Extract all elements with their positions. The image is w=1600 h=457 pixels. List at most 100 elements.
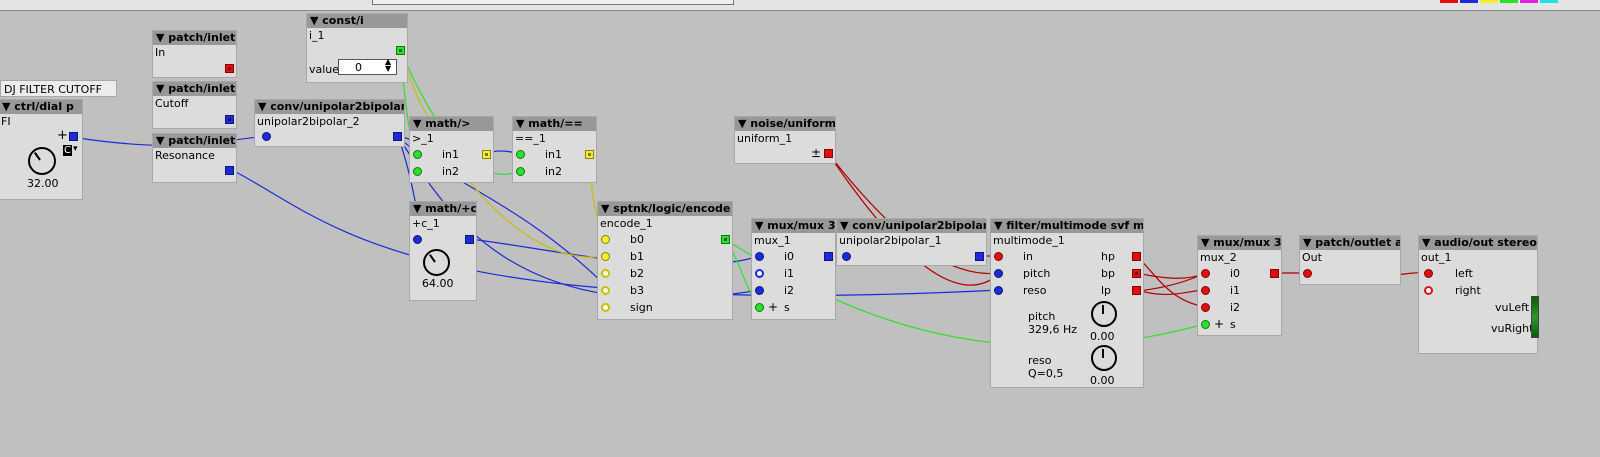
object-name: In (155, 46, 166, 59)
dial-value: 64.00 (422, 277, 454, 290)
outlet-port[interactable] (482, 150, 491, 159)
inlet-f-resonance-object[interactable]: ▼ patch/inlet f Resonance (152, 133, 237, 183)
outlet-port[interactable] (393, 132, 402, 141)
outlet-port[interactable] (1132, 269, 1141, 278)
object-header[interactable]: ▼ math/> (410, 117, 493, 131)
unipolar2bipolar-2-object[interactable]: ▼ conv/unipolar2bipolar unipolar2bipolar… (254, 99, 405, 147)
object-header[interactable]: ▼ conv/unipolar2bipolar (255, 100, 404, 114)
inlet-label: b2 (630, 267, 644, 280)
outlet-a-object[interactable]: ▼ patch/outlet a Out (1299, 235, 1401, 285)
mux-2-object[interactable]: ▼ mux/mux 3 mux_2 i0 i1 i2 + s (1197, 235, 1282, 336)
inlet-port[interactable] (601, 269, 610, 278)
vu-left-label: vuLeft (1495, 301, 1530, 314)
outlet-port[interactable] (824, 252, 833, 261)
inlet-port[interactable] (842, 252, 851, 261)
object-header[interactable]: ▼ mux/mux 3 (752, 219, 835, 233)
outlet-port[interactable] (721, 235, 730, 244)
inlet-port[interactable] (601, 303, 610, 312)
object-name: Resonance (155, 149, 215, 162)
outlet-port[interactable] (1132, 286, 1141, 295)
inlet-port[interactable] (601, 286, 610, 295)
outlet-port[interactable] (1270, 269, 1279, 278)
inlet-port[interactable] (262, 132, 271, 141)
object-header[interactable]: ▼ patch/inlet a (153, 31, 236, 45)
const-i-object[interactable]: ▼ const/i i_1 value 0 ▲ ▼ (306, 13, 408, 83)
object-name: mux_2 (1200, 251, 1237, 264)
unipolar2bipolar-1-object[interactable]: ▼ conv/unipolar2bipolar unipolar2bipolar… (836, 218, 987, 266)
dial-knob[interactable] (423, 249, 450, 276)
object-header[interactable]: ▼ sptnk/logic/encode 4 (598, 202, 732, 216)
reso-knob[interactable] (1091, 345, 1117, 371)
inlet-port[interactable] (755, 303, 764, 312)
object-header[interactable]: ▼ mux/mux 3 (1198, 236, 1281, 250)
inlet-port[interactable] (755, 269, 764, 278)
inlet-port[interactable] (413, 167, 422, 176)
outlet-port[interactable] (465, 235, 474, 244)
dial-knob[interactable] (28, 147, 56, 175)
object-header[interactable]: ▼ conv/unipolar2bipolar (837, 219, 986, 233)
inlet-port[interactable] (1201, 320, 1210, 329)
inlet-port[interactable] (1424, 269, 1433, 278)
inlet-label: s (1230, 318, 1236, 331)
encode-4-object[interactable]: ▼ sptnk/logic/encode 4 encode_1 b0 b1 b2… (597, 201, 733, 320)
inlet-port[interactable] (601, 235, 610, 244)
outlet-port[interactable] (69, 132, 78, 141)
inlet-port[interactable] (994, 269, 1003, 278)
math-equal-object[interactable]: ▼ math/== ==_1 in1 in2 (512, 116, 597, 183)
outlet-port[interactable] (225, 64, 234, 73)
object-header[interactable]: ▼ patch/inlet f (153, 134, 236, 148)
multimode-filter-object[interactable]: ▼ filter/multimode svf m multimode_1 in … (990, 218, 1144, 388)
inlet-label: i0 (1230, 267, 1241, 280)
outlet-label: ± (811, 146, 822, 160)
inlet-port[interactable] (413, 150, 422, 159)
object-name: Out (1302, 251, 1322, 264)
mux-1-object[interactable]: ▼ mux/mux 3 mux_1 i0 i1 i2 + s (751, 218, 836, 320)
toolbar-buttons[interactable] (372, 0, 734, 5)
inlet-port[interactable] (516, 167, 525, 176)
object-name: out_1 (1421, 251, 1452, 264)
object-header[interactable]: ▼ math/== (513, 117, 596, 131)
plus-label: + (768, 300, 779, 314)
outlet-port[interactable] (975, 252, 984, 261)
object-header[interactable]: ▼ patch/inlet f (153, 82, 236, 96)
object-header[interactable]: ▼ audio/out stereo (1419, 236, 1537, 250)
dropdown-arrow-icon[interactable]: ▾ (73, 144, 78, 154)
spinner-arrows-icon[interactable]: ▲ ▼ (385, 58, 391, 73)
outlet-port[interactable] (225, 115, 234, 124)
object-header[interactable]: ▼ const/i (307, 14, 407, 28)
object-header[interactable]: ▼ patch/outlet a (1300, 236, 1400, 250)
noise-uniform-object[interactable]: ▼ noise/uniform uniform_1 ± (734, 116, 836, 164)
inlet-port[interactable] (755, 286, 764, 295)
outlet-port[interactable] (225, 166, 234, 175)
object-header[interactable]: ▼ filter/multimode svf m (991, 219, 1143, 233)
outlet-port[interactable] (585, 150, 594, 159)
object-header[interactable]: ▼ ctrl/dial p (0, 100, 82, 114)
inlet-port[interactable] (1201, 303, 1210, 312)
inlet-port[interactable] (994, 286, 1003, 295)
value-spinner[interactable]: 0 ▲ ▼ (338, 58, 397, 75)
inlet-port[interactable] (1201, 269, 1210, 278)
object-header[interactable]: ▼ noise/uniform (735, 117, 835, 131)
inlet-port[interactable] (516, 150, 525, 159)
inlet-port[interactable] (413, 235, 422, 244)
inlet-a-object[interactable]: ▼ patch/inlet a In (152, 30, 237, 78)
ctrl-dial-object[interactable]: ▼ ctrl/dial p FI + C ▾ 32.00 (0, 99, 83, 200)
outlet-port[interactable] (396, 46, 405, 55)
audio-out-stereo-object[interactable]: ▼ audio/out stereo out_1 left right vuLe… (1418, 235, 1539, 354)
math-plus-c-object[interactable]: ▼ math/+c +c_1 64.00 (409, 201, 477, 301)
outlet-port[interactable] (1132, 252, 1141, 261)
inlet-port[interactable] (601, 252, 610, 261)
object-header[interactable]: ▼ math/+c (410, 202, 476, 216)
inlet-port[interactable] (1424, 286, 1433, 295)
pitch-knob[interactable] (1091, 301, 1117, 327)
math-greater-object[interactable]: ▼ math/> >_1 in1 in2 (409, 116, 494, 183)
inlet-port[interactable] (1201, 286, 1210, 295)
inlet-port[interactable] (1303, 269, 1312, 278)
object-name: FI (1, 115, 11, 128)
inlet-label: right (1455, 284, 1481, 297)
inlet-f-cutoff-object[interactable]: ▼ patch/inlet f Cutoff (152, 81, 237, 129)
inlet-port[interactable] (755, 252, 764, 261)
c-button[interactable]: C (63, 145, 72, 156)
outlet-port[interactable] (824, 149, 833, 158)
inlet-port[interactable] (994, 252, 1003, 261)
